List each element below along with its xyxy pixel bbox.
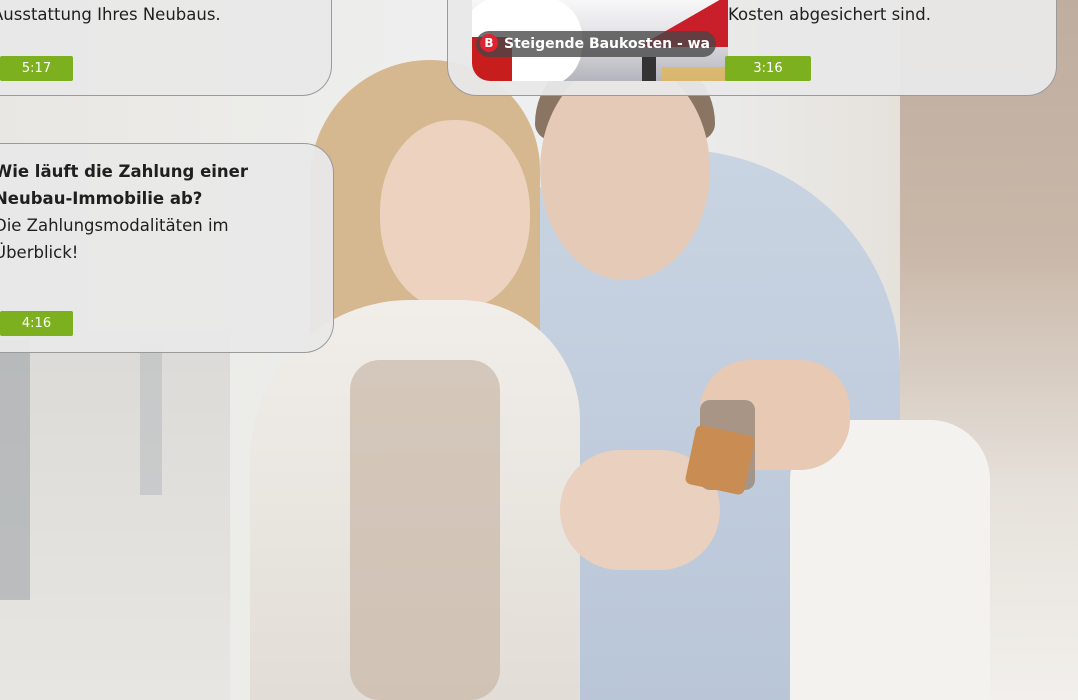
- thumbnail-stripe: [662, 67, 728, 81]
- video-duration-badge: 4:16: [0, 311, 73, 336]
- thumbnail-hammer: [642, 57, 656, 81]
- photo-woman-face: [380, 120, 530, 310]
- photo-house-keychain: [684, 424, 756, 496]
- video-card[interactable]: Wie läuft die Zahlung einer Neubau-Immob…: [0, 143, 334, 353]
- video-card[interactable]: B Steigende Baukosten - wa Kosten abgesic…: [447, 0, 1057, 96]
- thumbnail-caption: B Steigende Baukosten - wa: [476, 31, 717, 57]
- video-duration-badge: 3:16: [725, 56, 811, 81]
- video-card[interactable]: Ausstattung Ihres Neubaus. 5:17: [0, 0, 332, 96]
- video-card-title-line: Wie läuft die Zahlung einer: [0, 162, 249, 181]
- video-duration-badge: 5:17: [0, 56, 73, 81]
- photo-woman-top: [350, 360, 500, 700]
- video-card-content: Wie läuft die Zahlung einer Neubau-Immob…: [0, 158, 324, 266]
- video-card-description: Kosten abgesichert sind.: [728, 5, 931, 24]
- video-card-description: Ausstattung Ihres Neubaus.: [0, 5, 221, 24]
- thumbnail-caption-text: Steigende Baukosten - wa: [504, 36, 711, 52]
- photo-wall: [0, 330, 230, 700]
- photo-window-frame: [0, 340, 30, 600]
- video-thumbnail[interactable]: B Steigende Baukosten - wa: [472, 0, 728, 81]
- video-card-description-line: Überblick!: [0, 243, 79, 262]
- video-card-description-line: Die Zahlungsmodalitäten im: [0, 216, 229, 235]
- brand-logo-icon: B: [480, 34, 498, 52]
- photo-window-frame: [140, 345, 162, 495]
- video-card-title-line: Neubau-Immobilie ab?: [0, 189, 203, 208]
